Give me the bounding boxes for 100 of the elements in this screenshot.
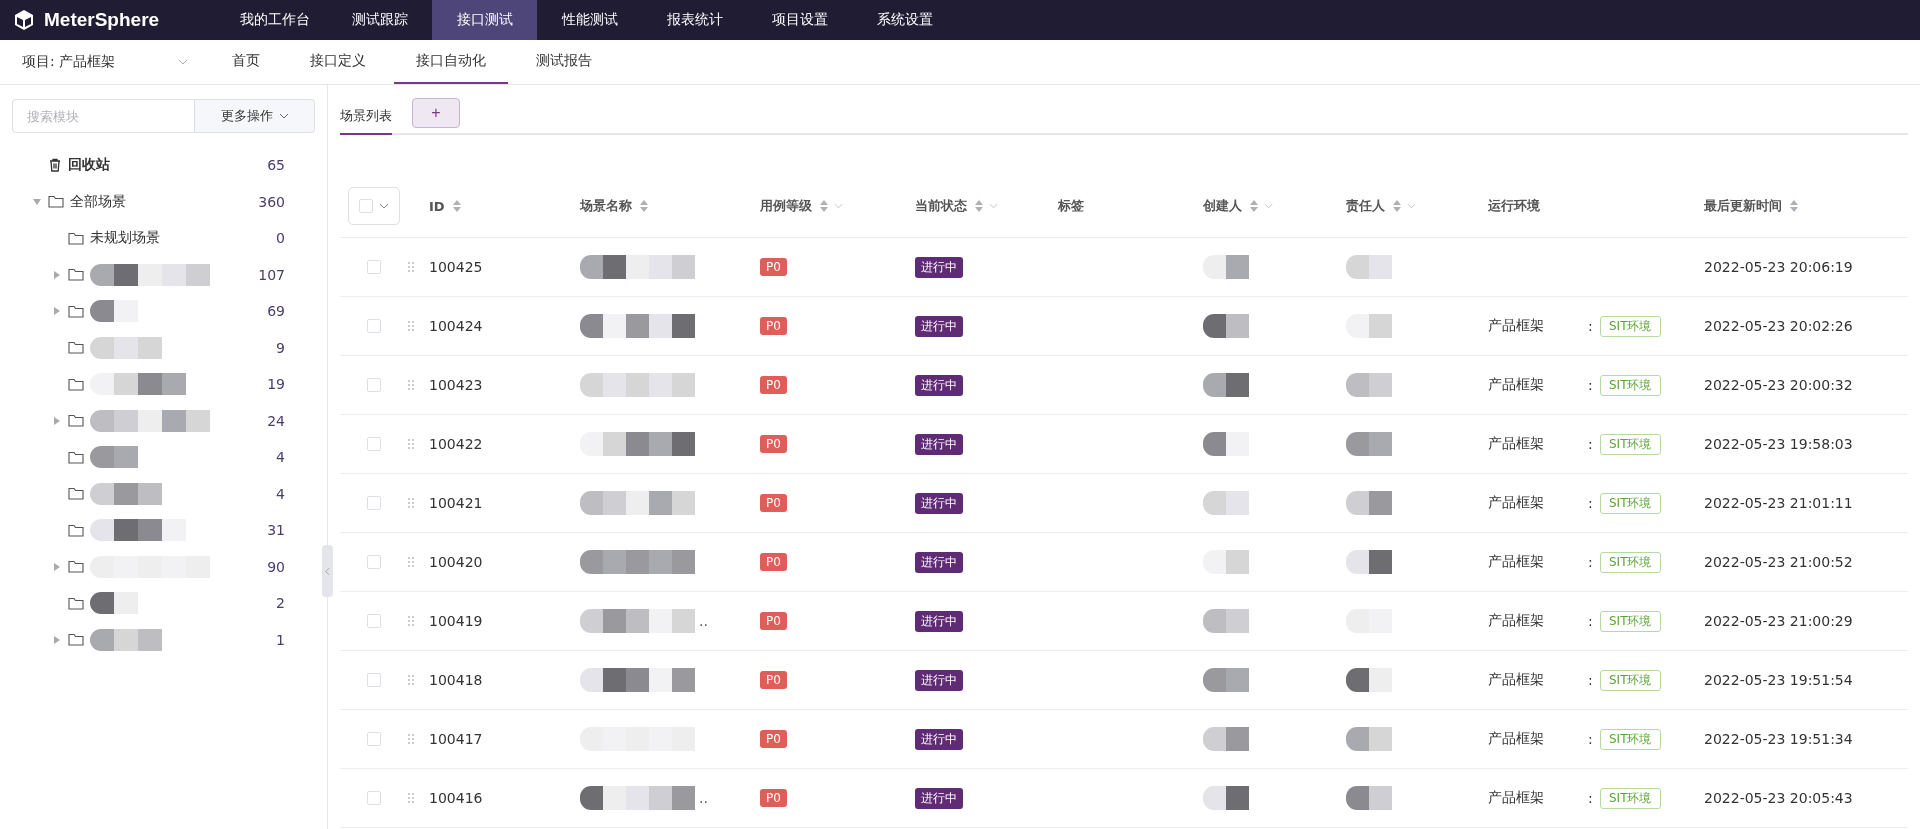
add-button[interactable]: + <box>412 98 460 128</box>
nav-tab[interactable]: 项目设置 <box>747 0 852 40</box>
drag-handle-icon[interactable] <box>408 675 414 685</box>
tree-item-label[interactable]: 回收站 <box>68 156 110 175</box>
tree-item-label[interactable]: 全部场景 <box>70 192 126 211</box>
table-cell-text: 产品框架 <box>1488 730 1545 748</box>
filter-caret-icon[interactable] <box>1407 203 1416 209</box>
nav-tab[interactable]: 报表统计 <box>642 0 747 40</box>
sub-nav-tab[interactable]: 接口定义 <box>288 40 388 84</box>
status-badge: 进行中 <box>915 551 963 573</box>
drag-handle-icon[interactable] <box>408 557 414 567</box>
drag-handle-icon[interactable] <box>408 380 414 390</box>
drag-handle-icon[interactable] <box>408 262 414 272</box>
column-header[interactable]: 责任人 <box>1346 197 1416 215</box>
row-checkbox[interactable] <box>367 378 381 392</box>
sort-icon[interactable] <box>1250 200 1258 212</box>
row-checkbox[interactable] <box>367 319 381 333</box>
blurred-name-drawing <box>1203 727 1249 751</box>
column-header[interactable]: 当前状态 <box>915 197 998 215</box>
sort-icon[interactable] <box>820 200 828 212</box>
nav-tab[interactable]: 性能测试 <box>537 0 642 40</box>
table-cell-text: 产品框架 <box>1488 553 1545 571</box>
project-selector[interactable]: 项目: 产品框架 <box>0 40 210 84</box>
nav-tab[interactable]: 系统设置 <box>852 0 957 40</box>
brand-name: MeterSphere <box>44 9 160 31</box>
row-checkbox[interactable] <box>367 791 381 805</box>
status-badge: 进行中 <box>915 669 963 691</box>
column-header[interactable]: 场景名称 <box>580 197 648 215</box>
drag-handle-icon[interactable] <box>408 321 414 331</box>
blurred-name-drawing <box>1203 491 1249 515</box>
scene-list-tab[interactable]: 场景列表 <box>340 107 392 135</box>
collapsed-caret-icon[interactable] <box>54 562 60 571</box>
column-header[interactable]: 标签 <box>1058 197 1084 215</box>
row-checkbox[interactable] <box>367 673 381 687</box>
table-cell: 2022-05-23 21:01:11 <box>1704 495 1853 511</box>
nav-tab[interactable]: 我的工作台 <box>222 0 327 40</box>
environment-tag: SIT环境 <box>1600 728 1661 750</box>
environment-tag: SIT环境 <box>1600 610 1661 632</box>
collapsed-caret-icon[interactable] <box>54 270 60 279</box>
collapse-handle[interactable] <box>322 545 333 597</box>
item-count: 4 <box>276 449 285 466</box>
column-header[interactable]: 运行环境 <box>1488 197 1540 215</box>
sort-icon[interactable] <box>1790 200 1798 212</box>
sub-nav-tab[interactable]: 首页 <box>210 40 282 84</box>
sub-nav-tab[interactable]: 接口自动化 <box>394 40 508 84</box>
folder-icon <box>68 268 84 282</box>
search-field[interactable]: 搜索模块 <box>12 99 195 133</box>
collapsed-caret-icon[interactable] <box>54 416 60 425</box>
drag-handle-icon[interactable] <box>408 439 414 449</box>
sort-icon[interactable] <box>1393 200 1401 212</box>
drag-handle-icon[interactable] <box>408 734 414 744</box>
sort-icon[interactable] <box>975 200 983 212</box>
column-header[interactable]: 用例等级 <box>760 197 843 215</box>
nav-tab[interactable]: 接口测试 <box>432 0 537 40</box>
filter-caret-icon[interactable] <box>989 203 998 209</box>
drag-handle-icon[interactable] <box>408 793 414 803</box>
column-header[interactable]: 创建人 <box>1203 197 1273 215</box>
priority-badge: P0 <box>760 258 787 276</box>
collapsed-caret-icon[interactable] <box>54 635 60 644</box>
blurred-name-drawing <box>1346 668 1392 692</box>
collapsed-caret-icon[interactable] <box>54 307 60 316</box>
folder-icon <box>48 195 64 209</box>
blurred-name-drawing <box>90 592 138 615</box>
filter-caret-icon[interactable] <box>834 203 843 209</box>
blurred-name-drawing <box>1203 668 1249 692</box>
row-checkbox[interactable] <box>367 260 381 274</box>
column-header[interactable]: 最后更新时间 <box>1704 197 1798 215</box>
table-cell: 2022-05-23 20:06:19 <box>1704 259 1853 275</box>
chevron-down-icon[interactable] <box>178 59 188 65</box>
table-cell-text: : <box>1588 318 1594 334</box>
row-checkbox[interactable] <box>367 614 381 628</box>
select-all-dropdown[interactable] <box>348 187 400 225</box>
row-checkbox[interactable] <box>367 555 381 569</box>
table-cell-text: 产品框架 <box>1488 376 1545 394</box>
more-actions-button[interactable]: 更多操作 <box>195 99 315 133</box>
table-cell-text: 产品框架 <box>1488 789 1545 807</box>
column-header[interactable]: ID <box>429 198 461 214</box>
row-checkbox[interactable] <box>367 732 381 746</box>
item-count: 65 <box>267 157 285 174</box>
status-badge: 进行中 <box>915 256 963 278</box>
sort-icon[interactable] <box>452 200 461 212</box>
item-count: 24 <box>267 412 285 429</box>
row-checkbox[interactable] <box>367 496 381 510</box>
folder-icon <box>68 450 84 464</box>
nav-tab[interactable]: 测试跟踪 <box>327 0 432 40</box>
blurred-name-drawing <box>1346 432 1392 456</box>
tree-item-label[interactable]: 未规划场景 <box>90 229 160 248</box>
drag-handle-icon[interactable] <box>408 498 414 508</box>
folder-icon <box>68 341 84 355</box>
status-badge: 进行中 <box>915 492 963 514</box>
drag-handle-icon[interactable] <box>408 616 414 626</box>
table-cell-text: : <box>1588 672 1594 688</box>
table-cell-text: : <box>1588 731 1594 747</box>
blurred-name-drawing <box>1203 373 1249 397</box>
priority-badge: P0 <box>760 612 787 630</box>
row-checkbox[interactable] <box>367 437 381 451</box>
filter-caret-icon[interactable] <box>1264 203 1273 209</box>
expanded-caret-icon[interactable] <box>33 198 41 205</box>
sort-icon[interactable] <box>640 200 648 212</box>
sub-nav-tab[interactable]: 测试报告 <box>514 40 614 84</box>
